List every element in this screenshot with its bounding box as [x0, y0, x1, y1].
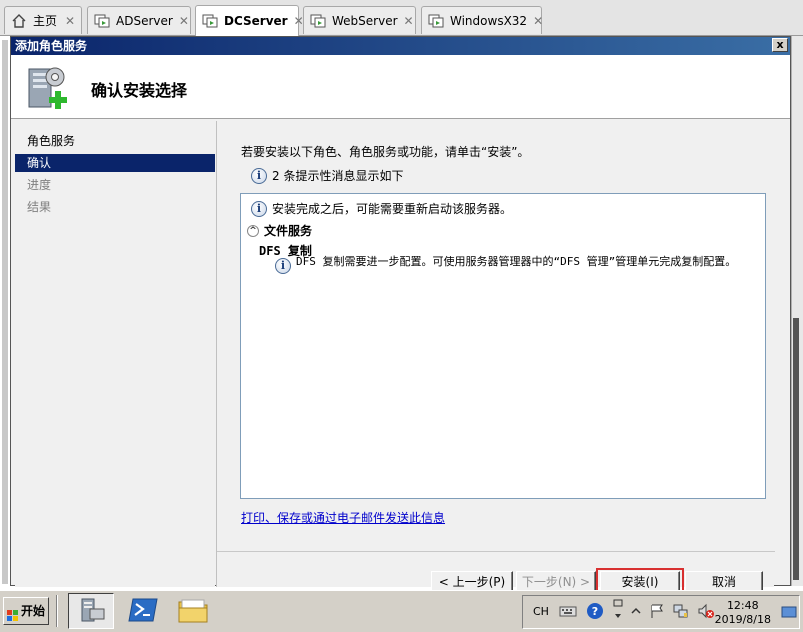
dfs-message: i DFS 复制需要进一步配置。可使用服务器管理器中的“DFS 管理”管理单元完…: [275, 256, 755, 274]
step-confirm[interactable]: 确认: [15, 154, 215, 172]
close-icon[interactable]: ✕: [404, 14, 414, 28]
tab-label: WindowsX32: [450, 13, 528, 28]
close-icon[interactable]: ✕: [179, 14, 189, 28]
start-label: 开始: [21, 604, 46, 618]
restart-message: i 安装完成之后，可能需要重新启动该服务器。: [251, 200, 512, 217]
vm-icon: [428, 13, 444, 29]
network-icon[interactable]: [673, 603, 691, 622]
wizard-content: 若要安装以下角色、角色服务或功能，请单击“安装”。 i 2 条提示性消息显示如下…: [216, 121, 775, 596]
clock-time: 12:48: [726, 599, 759, 612]
tab-label: WebServer: [332, 13, 398, 28]
server-manager-icon: [76, 595, 106, 628]
step-progress: 进度: [27, 178, 52, 192]
tab-strip: 主页 ✕ ADServer ✕ DCServer ✕ WebServer ✕ W…: [0, 0, 803, 36]
left-edge: [2, 40, 8, 584]
clock[interactable]: 12:48 2019/8/18: [715, 599, 771, 627]
close-button[interactable]: x: [772, 38, 788, 52]
folder-icon: [177, 596, 209, 627]
svg-text:?: ?: [592, 605, 598, 618]
intro-text: 若要安装以下角色、角色服务或功能，请单击“安装”。: [241, 145, 530, 159]
action-center-flag-icon[interactable]: [649, 603, 665, 622]
tab-dcserver[interactable]: DCServer ✕: [195, 5, 304, 36]
section-title: 文件服务: [264, 224, 313, 238]
print-save-email-link[interactable]: 打印、保存或通过电子邮件发送此信息: [241, 509, 445, 526]
step-role-services[interactable]: 角色服务: [15, 132, 215, 150]
close-icon[interactable]: ✕: [533, 14, 543, 28]
powershell-button[interactable]: [120, 593, 166, 629]
info-icon: i: [275, 258, 291, 274]
powershell-icon: [128, 597, 158, 626]
clock-date: 2019/8/18: [714, 613, 771, 626]
tab-adserver[interactable]: ADServer ✕: [87, 6, 191, 34]
step-results: 结果: [27, 200, 52, 214]
confirmation-details[interactable]: i 安装完成之后，可能需要重新启动该服务器。 ^ 文件服务 DFS 复制 i D…: [240, 193, 766, 499]
collapse-icon[interactable]: ^: [247, 224, 259, 237]
server-add-icon: [25, 63, 71, 111]
home-icon: [11, 13, 27, 29]
tab-label: 主页: [33, 14, 58, 28]
info-icon: i: [251, 200, 267, 217]
tab-home[interactable]: 主页 ✕: [4, 6, 82, 34]
wizard-header: 确认安装选择: [11, 55, 790, 119]
system-tray: CH ? 12:48 2019/8/18: [522, 595, 800, 629]
file-explorer-button[interactable]: [170, 593, 216, 629]
wizard-steps: 角色服务 确认 进度 结果: [15, 121, 215, 587]
page-title: 确认安装选择: [91, 81, 188, 100]
show-desktop-icon[interactable]: [781, 606, 797, 621]
close-icon[interactable]: ✕: [65, 14, 75, 28]
restart-message-text: 安装完成之后，可能需要重新启动该服务器。: [272, 202, 513, 216]
taskbar-separator: [56, 595, 58, 627]
vm-icon: [202, 13, 218, 29]
dialog-title: 添加角色服务: [11, 37, 790, 55]
volume-muted-icon[interactable]: [697, 603, 715, 622]
section-file-services[interactable]: ^ 文件服务: [247, 222, 312, 239]
tab-windowsx32[interactable]: WindowsX32 ✕: [421, 6, 543, 34]
tab-label: DCServer: [224, 14, 288, 28]
language-indicator[interactable]: CH: [533, 605, 549, 618]
message-count: i 2 条提示性消息显示如下: [251, 167, 403, 184]
vm-icon: [310, 13, 326, 29]
tab-webserver[interactable]: WebServer ✕: [303, 6, 416, 34]
show-hidden-icons-icon[interactable]: [631, 606, 641, 619]
scrollbar-thumb[interactable]: [793, 318, 799, 580]
server-manager-button[interactable]: [68, 593, 114, 629]
info-icon: i: [251, 167, 267, 184]
help-icon[interactable]: ?: [586, 602, 604, 623]
windows-logo-icon: [7, 605, 19, 621]
vm-icon: [94, 13, 110, 29]
dfs-message-text: DFS 复制需要进一步配置。可使用服务器管理器中的“DFS 管理”管理单元完成复…: [296, 255, 737, 268]
input-options-icon[interactable]: [613, 598, 623, 627]
tab-label: ADServer: [116, 13, 173, 28]
wizard-buttons: < 上一步(P) 下一步(N) > 安装(I) 取消: [217, 551, 775, 596]
taskbar: 开始 CH ? 12:48 2019/8/18: [0, 590, 803, 632]
keyboard-icon[interactable]: [559, 604, 577, 621]
message-count-text: 2 条提示性消息显示如下: [272, 169, 404, 183]
start-button[interactable]: 开始: [3, 597, 49, 625]
add-role-services-dialog: 添加角色服务 x 确认安装选择 角色服务 确认 进度 结果 若要安装以下角色、角…: [10, 36, 791, 596]
